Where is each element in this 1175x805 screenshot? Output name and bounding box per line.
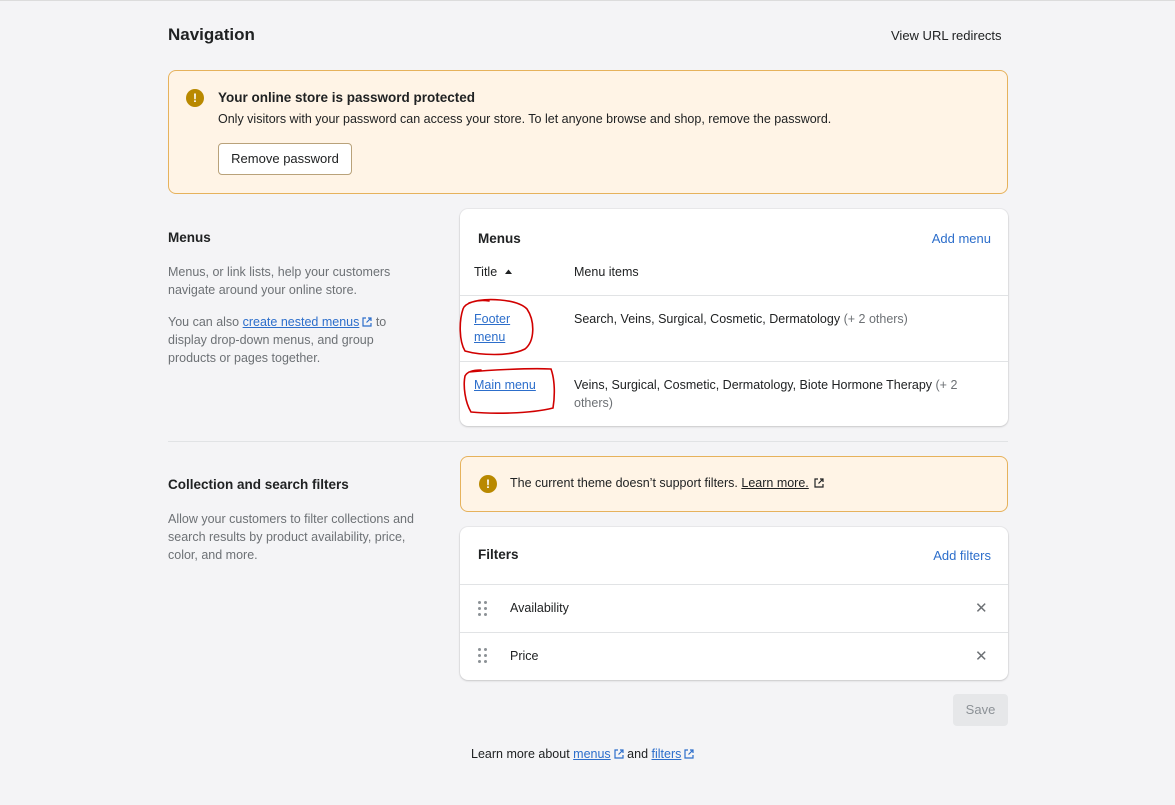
filters-section-description: Allow your customers to filter collectio… (168, 512, 414, 562)
warning-icon: ! (186, 89, 204, 107)
remove-filter-icon[interactable]: ✕ (975, 599, 988, 617)
section-divider (168, 441, 1008, 442)
title-column-header[interactable]: Title (474, 265, 513, 279)
filters-unsupported-banner: ! The current theme doesn’t support filt… (460, 456, 1008, 512)
nested-note-prefix: You can also (168, 315, 243, 329)
menu-items-column-header: Menu items (574, 265, 639, 279)
remove-filter-icon[interactable]: ✕ (975, 647, 988, 665)
add-filters-button[interactable]: Add filters (933, 548, 991, 563)
filters-banner-text: The current theme doesn’t support filter… (510, 476, 824, 490)
save-button[interactable]: Save (953, 694, 1008, 726)
warning-icon: ! (479, 475, 497, 493)
filter-name: Price (510, 649, 539, 663)
view-url-redirects-button[interactable]: View URL redirects (891, 28, 1002, 43)
page-title: Navigation (168, 25, 255, 44)
menus-card: Menus Add menu Title Menu items Footer m… (460, 209, 1008, 426)
drag-handle-icon[interactable] (478, 648, 488, 664)
banner-title: Your online store is password protected (218, 90, 476, 105)
add-menu-button[interactable]: Add menu (932, 231, 991, 246)
external-link-icon (814, 478, 824, 488)
filters-card-title: Filters (478, 547, 519, 562)
menus-card-title: Menus (478, 231, 521, 246)
drag-handle-icon[interactable] (478, 601, 488, 617)
menus-section-heading: Menus (168, 230, 211, 245)
row-divider (460, 584, 1008, 585)
filter-name: Availability (510, 601, 569, 615)
main-menu-items: Veins, Surgical, Cosmetic, Dermatology, … (574, 376, 994, 412)
footer-menu-items: Search, Veins, Surgical, Cosmetic, Derma… (574, 310, 994, 328)
row-divider (460, 361, 1008, 362)
menu-items-text: Veins, Surgical, Cosmetic, Dermatology, … (574, 378, 933, 392)
external-link-icon (684, 749, 694, 759)
external-link-icon (614, 749, 624, 759)
create-nested-menus-link[interactable]: create nested menus (243, 315, 373, 329)
learn-more-link[interactable]: Learn more. (741, 476, 808, 490)
banner-text: Only visitors with your password can acc… (218, 112, 832, 126)
top-divider (0, 0, 1175, 1)
row-divider (460, 295, 1008, 296)
sort-ascending-icon (504, 269, 512, 274)
menu-items-text: Search, Veins, Surgical, Cosmetic, Derma… (574, 312, 841, 326)
menus-help-link[interactable]: menus (573, 747, 611, 761)
password-protected-banner: ! Your online store is password protecte… (168, 70, 1008, 194)
filters-help-link[interactable]: filters (652, 747, 682, 761)
footer-menu-link[interactable]: Footer menu (474, 310, 534, 346)
title-column-label: Title (474, 265, 498, 279)
main-menu-link[interactable]: Main menu (474, 376, 554, 394)
menus-section-nested-note: You can also create nested menus to disp… (168, 313, 423, 367)
filters-section-heading: Collection and search filters (168, 477, 349, 492)
menus-section-description: Menus, or link lists, help your customer… (168, 265, 391, 297)
footer-prefix: Learn more about (471, 747, 574, 761)
menu-items-others: (+ 2 others) (843, 312, 908, 326)
create-nested-menus-link-label: create nested menus (242, 315, 360, 329)
row-divider (460, 632, 1008, 633)
remove-password-button[interactable]: Remove password (218, 143, 352, 175)
footer-help-text: Learn more about menus and filters (471, 747, 694, 761)
external-link-icon (362, 317, 372, 327)
filters-card: Filters Add filters Availability ✕ Price… (460, 527, 1008, 680)
filters-banner-message: The current theme doesn’t support filter… (510, 476, 742, 490)
footer-and: and (623, 747, 652, 761)
